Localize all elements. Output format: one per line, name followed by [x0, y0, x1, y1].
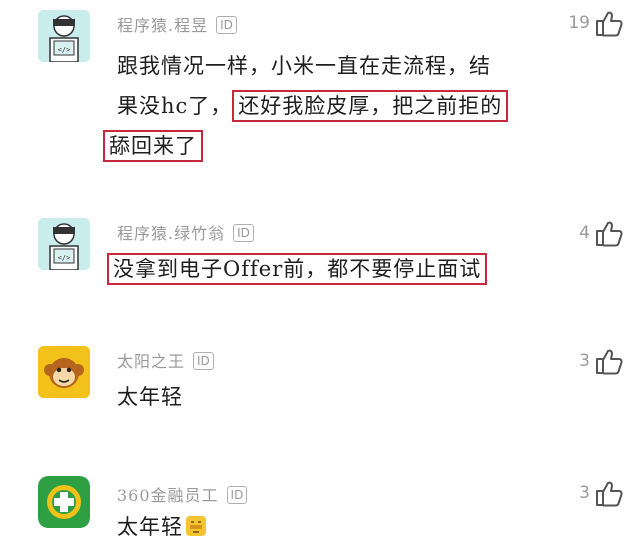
id-badge: ID: [226, 486, 248, 504]
like-count: 3: [579, 351, 590, 371]
comment-text: 没拿到电子Offer前，都不要停止面试: [107, 252, 488, 286]
username[interactable]: 太阳之王 ID: [117, 348, 214, 372]
comment-item-2: </> 程序猿.绿竹翁 ID 4 没拿到电子Offer前，都不要停止面试: [0, 210, 640, 320]
username-text: 太阳之王: [117, 352, 186, 371]
highlight-box-1: 还好我脸皮厚，把之前拒的: [232, 90, 509, 122]
thumbs-up-icon: [594, 346, 624, 376]
svg-text:</>: </>: [58, 46, 71, 54]
monkey-avatar-icon: [38, 346, 90, 398]
thumbs-up-icon: [594, 8, 624, 38]
comment-line-2-plain: 果没hc了，: [117, 94, 233, 118]
like-count: 4: [579, 223, 590, 243]
like-button[interactable]: 19: [568, 8, 624, 38]
comment-item-3: 太阳之王 ID 3 太年轻: [0, 340, 640, 450]
like-button[interactable]: 4: [579, 218, 624, 248]
comment-line-2: 果没hc了， 还好我脸皮厚，把之前拒的: [117, 86, 637, 126]
thumbs-up-icon: [594, 218, 624, 248]
username-text: 360金融员工: [117, 486, 219, 505]
360-logo-avatar-icon: [38, 476, 90, 528]
username-text: 程序猿.绿竹翁: [117, 224, 226, 243]
username[interactable]: 程序猿.程昱 ID: [117, 12, 237, 36]
username[interactable]: 程序猿.绿竹翁 ID: [117, 220, 254, 244]
facepalm-emoji-icon: [185, 513, 207, 547]
avatar[interactable]: [38, 346, 90, 398]
like-button[interactable]: 3: [579, 346, 624, 376]
thumbs-up-icon: [594, 478, 624, 508]
like-count: 3: [579, 483, 590, 503]
id-badge: ID: [216, 16, 237, 34]
comment-line-1: 跟我情况一样，小米一直在走流程，结: [117, 54, 491, 78]
username[interactable]: 360金融员工 ID: [117, 482, 248, 506]
comment-text: 太年轻: [117, 510, 207, 547]
programmer-avatar-icon: </>: [38, 10, 90, 62]
id-badge: ID: [193, 352, 214, 370]
avatar[interactable]: [38, 476, 90, 528]
comment-text-content: 太年轻: [117, 515, 183, 539]
like-count: 19: [568, 13, 590, 33]
comment-text: 太年轻: [117, 385, 183, 409]
username-text: 程序猿.程昱: [117, 16, 209, 35]
comment-text: 跟我情况一样，小米一直在走流程，结 果没hc了， 还好我脸皮厚，把之前拒的 舔回来…: [103, 46, 637, 166]
highlight-box-2: 舔回来了: [103, 130, 203, 162]
svg-text:</>: </>: [58, 254, 71, 262]
programmer-avatar-icon: </>: [38, 218, 90, 270]
like-button[interactable]: 3: [579, 478, 624, 508]
comment-item-1: </> 程序猿.程昱 ID 19 跟我情况一样，小米一直在走流程，结 果没hc了，…: [0, 0, 640, 200]
avatar[interactable]: </>: [38, 10, 90, 62]
highlight-box-3: 没拿到电子Offer前，都不要停止面试: [107, 253, 488, 285]
avatar[interactable]: </>: [38, 218, 90, 270]
comment-item-4: 360金融员工 ID 3 太年轻: [0, 470, 640, 551]
comment-line-3: 舔回来了: [103, 126, 637, 166]
id-badge: ID: [233, 224, 254, 242]
